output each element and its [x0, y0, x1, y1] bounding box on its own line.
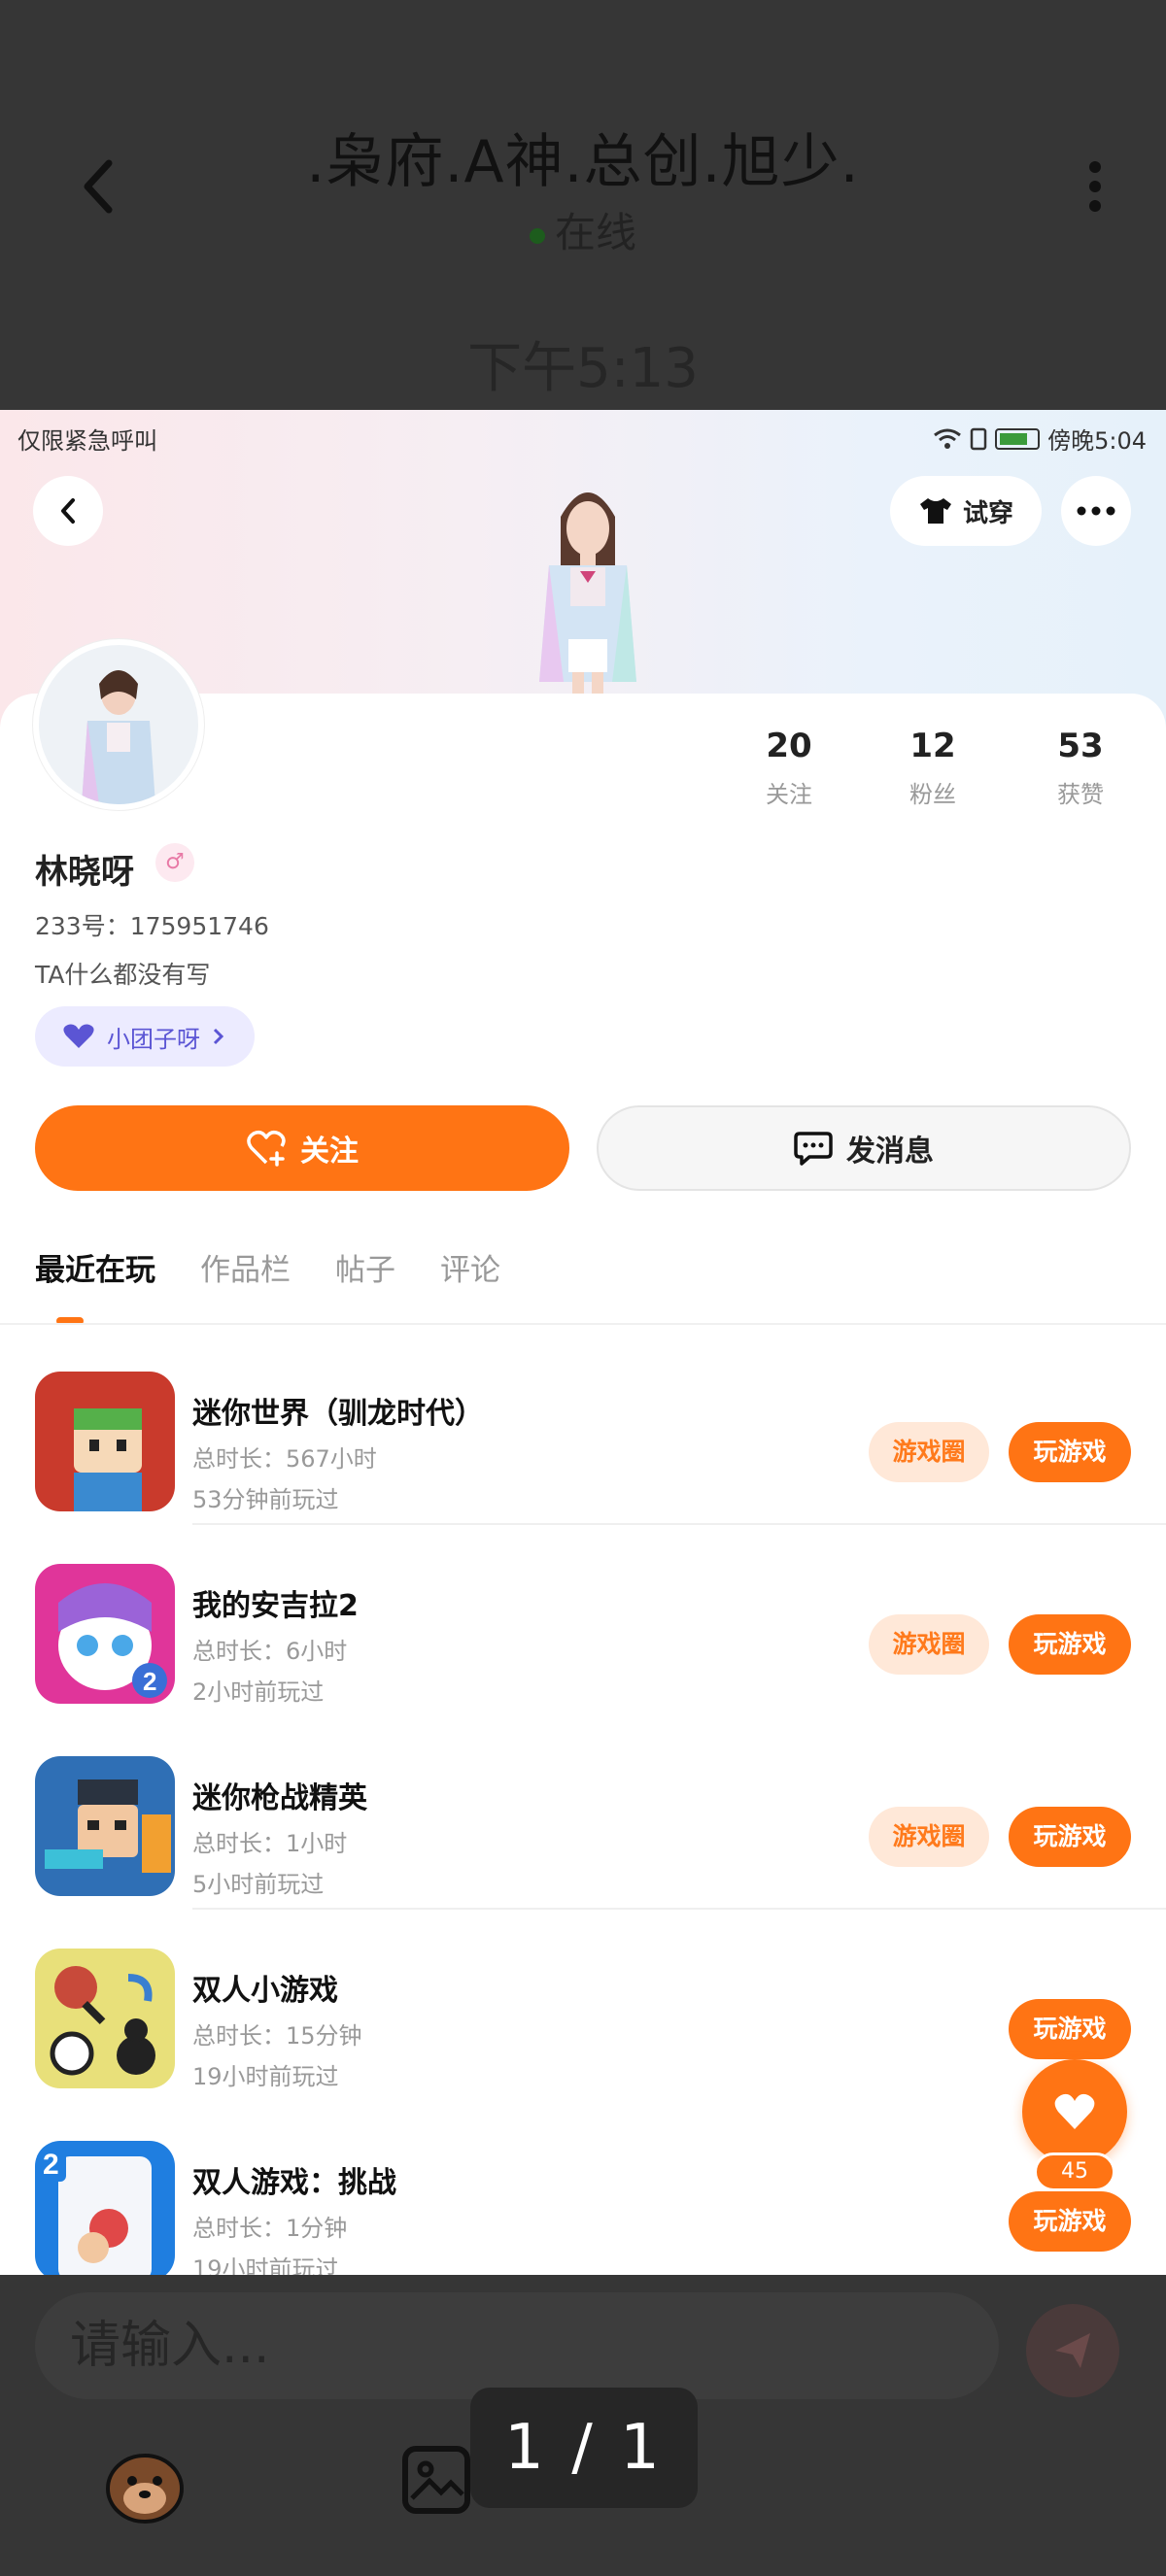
play-game-button[interactable]: 玩游戏	[1009, 2191, 1131, 2252]
profile-back-button[interactable]	[33, 476, 103, 546]
stat-likes[interactable]: 53 获赞	[1022, 727, 1139, 809]
game-last-played: 53分钟前玩过	[192, 1486, 339, 1513]
online-dot-icon	[529, 227, 545, 244]
ellipsis-icon	[1077, 506, 1115, 516]
game-circle-button[interactable]: 游戏圈	[869, 1614, 989, 1675]
tab-comments[interactable]: 评论	[440, 1245, 500, 1289]
chat-title: .枭府.A神.总创.旭少.	[306, 128, 860, 196]
online-status: 在线	[0, 200, 1166, 259]
profile-bio: TA什么都没有写	[35, 961, 211, 989]
send-message-button[interactable]: 发消息	[597, 1105, 1131, 1191]
svg-text:2: 2	[143, 1667, 156, 1696]
stat-followers[interactable]: 12 粉丝	[874, 727, 991, 809]
heart-plus-icon	[247, 1130, 286, 1167]
page-counter: 1 / 1	[470, 2388, 698, 2508]
game-last-played: 19小时前玩过	[192, 2063, 339, 2090]
game-duration: 总时长：6小时	[192, 1638, 348, 1665]
avatar-figure-icon	[82, 670, 155, 804]
list-item[interactable]: 双人小游戏 总时长：15分钟 19小时前玩过 玩游戏	[0, 1910, 1166, 2102]
user-id: 233号：175951746	[35, 912, 269, 940]
tab-recent-play[interactable]: 最近在玩	[35, 1245, 155, 1289]
clock-text: 傍晚5:04	[1047, 427, 1147, 455]
carrier-text: 仅限紧急呼叫	[17, 427, 157, 455]
play-game-button[interactable]: 玩游戏	[1009, 1999, 1131, 2059]
game-duration: 总时长：1分钟	[192, 2215, 348, 2242]
emoji-icon[interactable]	[101, 2440, 189, 2527]
profile-name: 林晓呀	[35, 853, 134, 892]
two-player-icon	[35, 1949, 175, 2088]
sim-icon	[970, 427, 987, 450]
game-last-played: 19小时前玩过	[192, 2255, 339, 2275]
game-circle-button[interactable]: 游戏圈	[869, 1422, 989, 1482]
play-game-button[interactable]: 玩游戏	[1009, 1807, 1131, 1867]
tshirt-icon	[919, 498, 951, 524]
game-title: 我的安吉拉2	[192, 1589, 359, 1623]
tab-works[interactable]: 作品栏	[200, 1245, 291, 1289]
battery-icon	[995, 427, 1041, 450]
game-title: 迷你世界（驯龙时代）	[192, 1397, 484, 1431]
send-icon	[1055, 2333, 1090, 2368]
tab-posts[interactable]: 帖子	[335, 1245, 395, 1289]
game-circle-button[interactable]: 游戏圈	[869, 1807, 989, 1867]
gender-icon: ♂	[155, 843, 194, 882]
svg-text:2: 2	[43, 2149, 59, 2181]
play-game-button[interactable]: 玩游戏	[1009, 1614, 1131, 1675]
status-bar: 仅限紧急呼叫 傍晚5:04	[0, 410, 1166, 460]
game-duration: 总时长：567小时	[192, 1445, 377, 1473]
chevron-right-icon	[213, 1028, 224, 1045]
send-button[interactable]	[1026, 2304, 1119, 2397]
game-duration: 总时长：1小时	[192, 1830, 348, 1857]
image-picker-icon[interactable]	[402, 2446, 470, 2514]
group-chip[interactable]: 小团子呀	[35, 1006, 255, 1067]
avatar[interactable]	[33, 639, 204, 810]
chat-header: .枭府.A神.总创.旭少. 在线 下午5:13	[0, 0, 1166, 410]
mini-world-icon	[35, 1372, 175, 1511]
message-timestamp: 下午5:13	[467, 337, 699, 400]
shared-screenshot[interactable]: 仅限紧急呼叫 傍晚5:04 试穿 20 关注 12 粉丝 53 获赞 林晓呀 ♂…	[0, 410, 1166, 2275]
message-input[interactable]: 请输入...	[35, 2292, 999, 2399]
profile-more-button[interactable]	[1061, 476, 1131, 546]
game-duration: 总时长：15分钟	[192, 2022, 362, 2050]
list-item[interactable]: 迷你枪战精英 总时长：1小时 5小时前玩过 游戏圈 玩游戏	[0, 1717, 1166, 1910]
list-item[interactable]: 2 双人游戏：挑战 总时长：1分钟 19小时前玩过 玩游戏	[0, 2102, 1166, 2275]
try-on-button[interactable]: 试穿	[890, 476, 1042, 546]
angela-icon: 2	[35, 1564, 175, 1704]
chat-bubble-icon	[794, 1132, 833, 1166]
game-title: 双人游戏：挑战	[192, 2166, 396, 2200]
game-last-played: 5小时前玩过	[192, 1871, 325, 1898]
two-player-challenge-icon: 2	[35, 2141, 175, 2275]
tabs-divider	[0, 1323, 1166, 1325]
wifi-icon	[934, 428, 962, 449]
like-button[interactable]	[1022, 2059, 1127, 2164]
mini-gun-icon	[35, 1756, 175, 1896]
list-item[interactable]: 2 我的安吉拉2 总时长：6小时 2小时前玩过 游戏圈 玩游戏	[0, 1525, 1166, 1717]
chevron-left-icon	[61, 498, 75, 524]
game-title: 迷你枪战精英	[192, 1781, 367, 1815]
heart-icon	[1054, 2093, 1095, 2129]
play-game-button[interactable]: 玩游戏	[1009, 1422, 1131, 1482]
stat-following[interactable]: 20 关注	[731, 727, 847, 809]
follow-button[interactable]: 关注	[35, 1105, 569, 1191]
heart-icon	[63, 1024, 94, 1048]
profile-tabs: 最近在玩 作品栏 帖子 评论	[35, 1245, 500, 1289]
like-count-badge: 45	[1034, 2152, 1115, 2191]
list-item[interactable]: 迷你世界（驯龙时代） 总时长：567小时 53分钟前玩过 游戏圈 玩游戏	[0, 1333, 1166, 1525]
game-last-played: 2小时前玩过	[192, 1678, 325, 1706]
more-menu-icon[interactable]	[1080, 155, 1110, 218]
game-title: 双人小游戏	[192, 1974, 338, 2008]
recent-games-list: 迷你世界（驯龙时代） 总时长：567小时 53分钟前玩过 游戏圈 玩游戏 2 我…	[0, 1333, 1166, 2275]
